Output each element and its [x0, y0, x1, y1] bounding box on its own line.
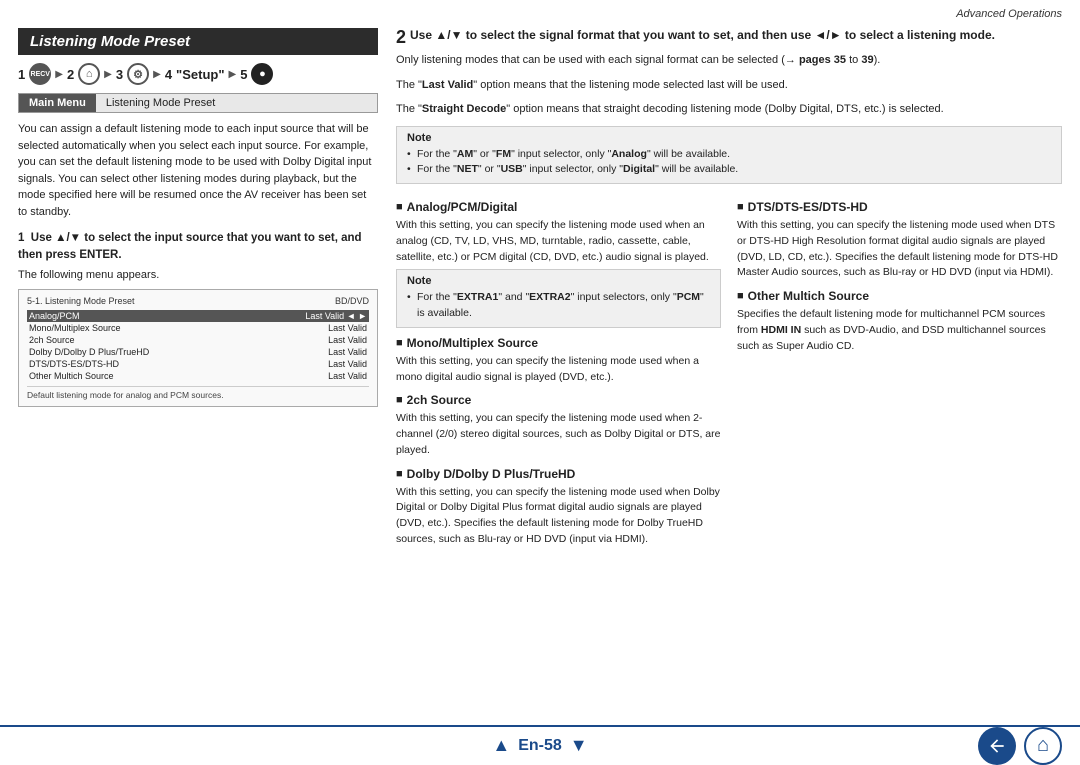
- note1-title: Note: [407, 132, 1051, 144]
- menu-preview-header: 5-1. Listening Mode Preset BD/DVD: [27, 296, 369, 306]
- step2-body3: The "Straight Decode" option means that …: [396, 101, 1062, 118]
- back-icon: [987, 736, 1007, 756]
- section-body-2ch: With this setting, you can specify the l…: [396, 411, 721, 458]
- step4-number: 4: [165, 67, 172, 82]
- footer-down-arrow-icon[interactable]: ▼: [570, 735, 588, 756]
- two-col-sections: Analog/PCM/Digital With this setting, yo…: [396, 192, 1062, 552]
- step2-body1: Only listening modes that can be used wi…: [396, 52, 1062, 69]
- step2-body2: The "Last Valid" option means that the l…: [396, 77, 1062, 94]
- footer-back-button[interactable]: [978, 727, 1016, 765]
- note-box-2: Note For the "EXTRA1" and "EXTRA2" input…: [396, 269, 721, 328]
- menu-row-label-mono: Mono/Multiplex Source: [29, 323, 121, 333]
- section-heading-2ch: 2ch Source: [396, 393, 721, 407]
- note2-item-1: For the "EXTRA1" and "EXTRA2" input sele…: [407, 290, 710, 322]
- section-heading-other: Other Multich Source: [737, 289, 1062, 303]
- sections-left: Analog/PCM/Digital With this setting, yo…: [396, 192, 721, 552]
- note1-list: For the "AM" or "FM" input selector, onl…: [407, 147, 1051, 179]
- section-title: Listening Mode Preset: [18, 28, 378, 55]
- arrow2-icon: ▶: [104, 69, 112, 80]
- step5-number: 5: [240, 67, 247, 82]
- step1-number: 1: [18, 67, 25, 82]
- section-body-analog: With this setting, you can specify the l…: [396, 218, 721, 265]
- section-heading-mono: Mono/Multiplex Source: [396, 336, 721, 350]
- section-body-mono: With this setting, you can specify the l…: [396, 354, 721, 386]
- note-box-1: Note For the "AM" or "FM" input selector…: [396, 126, 1062, 185]
- menu-row-dolby: Dolby D/Dolby D Plus/TrueHD Last Valid: [27, 346, 369, 358]
- step2-header-block: 2 Use ▲/▼ to select the signal format th…: [396, 28, 1062, 46]
- note1-item-1: For the "AM" or "FM" input selector, onl…: [407, 147, 1051, 163]
- main-content: Listening Mode Preset 1 RECV ▶ 2 ⌂ ▶ 3 ⚙…: [0, 0, 1080, 725]
- menu-preview-box: 5-1. Listening Mode Preset BD/DVD Analog…: [18, 289, 378, 407]
- footer-page-nav: ▲ En-58 ▼: [492, 735, 587, 756]
- section-body-dolby: With this setting, you can specify the l…: [396, 485, 721, 548]
- page: Advanced Operations Listening Mode Prese…: [0, 0, 1080, 764]
- left-column: Listening Mode Preset 1 RECV ▶ 2 ⌂ ▶ 3 ⚙…: [18, 28, 378, 725]
- menu-preview-source: BD/DVD: [335, 296, 369, 306]
- arrow4-icon: ▶: [229, 69, 237, 80]
- menu-row-label-2ch: 2ch Source: [29, 335, 75, 345]
- menu-row-2ch: 2ch Source Last Valid: [27, 334, 369, 346]
- receiver-icon: RECV: [29, 63, 51, 85]
- main-menu-bar: Main Menu Listening Mode Preset: [18, 93, 378, 113]
- note2-list: For the "EXTRA1" and "EXTRA2" input sele…: [407, 290, 710, 322]
- menu-row-mono: Mono/Multiplex Source Last Valid: [27, 322, 369, 334]
- menu-row-value-analog: Last Valid ◄ ►: [305, 311, 367, 321]
- page-category-label: Advanced Operations: [956, 8, 1062, 20]
- setup-label: "Setup": [176, 67, 224, 82]
- main-menu-value: Listening Mode Preset: [96, 94, 377, 112]
- circle5-icon: ●: [251, 63, 273, 85]
- page-footer: ▲ En-58 ▼ ⌂: [0, 725, 1080, 764]
- footer-page-label: En-58: [518, 737, 562, 755]
- home-icon: ⌂: [78, 63, 100, 85]
- section-heading-dolby: Dolby D/Dolby D Plus/TrueHD: [396, 467, 721, 481]
- menu-row-value-dts: Last Valid: [328, 359, 367, 369]
- section-heading-dts: DTS/DTS-ES/DTS-HD: [737, 200, 1062, 214]
- menu-preview-footer: Default listening mode for analog and PC…: [27, 386, 369, 400]
- section-heading-analog: Analog/PCM/Digital: [396, 200, 721, 214]
- sections-right: DTS/DTS-ES/DTS-HD With this setting, you…: [737, 192, 1062, 552]
- note2-title: Note: [407, 275, 710, 287]
- gear-icon: ⚙: [127, 63, 149, 85]
- note1-item-2: For the "NET" or "USB" input selector, o…: [407, 162, 1051, 178]
- menu-row-label-other: Other Multich Source: [29, 371, 114, 381]
- footer-icons-right: ⌂: [978, 727, 1062, 765]
- step-icons-row: 1 RECV ▶ 2 ⌂ ▶ 3 ⚙ ▶ 4 "Setup" ▶ 5 ●: [18, 63, 378, 85]
- menu-row-dts: DTS/DTS-ES/DTS-HD Last Valid: [27, 358, 369, 370]
- step1-header: 1 Use ▲/▼ to select the input source tha…: [18, 230, 378, 265]
- arrow1-icon: ▶: [55, 69, 63, 80]
- menu-row-value-dolby: Last Valid: [328, 347, 367, 357]
- menu-row-other: Other Multich Source Last Valid: [27, 370, 369, 382]
- footer-home-button[interactable]: ⌂: [1024, 727, 1062, 765]
- step2-header-text: Use ▲/▼ to select the signal format that…: [410, 28, 995, 42]
- left-body-text: You can assign a default listening mode …: [18, 121, 378, 220]
- menu-row-value-mono: Last Valid: [328, 323, 367, 333]
- right-column: 2 Use ▲/▼ to select the signal format th…: [396, 28, 1062, 725]
- step3-number: 3: [116, 67, 123, 82]
- menu-row-value-other: Last Valid: [328, 371, 367, 381]
- step2-number: 2: [67, 67, 74, 82]
- menu-row-label-dts: DTS/DTS-ES/DTS-HD: [29, 359, 119, 369]
- step1-sub: The following menu appears.: [18, 269, 378, 281]
- menu-row-value-2ch: Last Valid: [328, 335, 367, 345]
- step2-number-large: 2: [396, 28, 406, 46]
- menu-preview-title: 5-1. Listening Mode Preset: [27, 296, 135, 306]
- section-body-dts: With this setting, you can specify the l…: [737, 218, 1062, 281]
- arrow3-icon: ▶: [153, 69, 161, 80]
- menu-row-analog: Analog/PCM Last Valid ◄ ►: [27, 310, 369, 322]
- footer-up-arrow-icon[interactable]: ▲: [492, 735, 510, 756]
- menu-row-label-dolby: Dolby D/Dolby D Plus/TrueHD: [29, 347, 149, 357]
- section-body-other: Specifies the default listening mode for…: [737, 307, 1062, 354]
- menu-row-label-analog: Analog/PCM: [29, 311, 80, 321]
- main-menu-label: Main Menu: [19, 94, 96, 112]
